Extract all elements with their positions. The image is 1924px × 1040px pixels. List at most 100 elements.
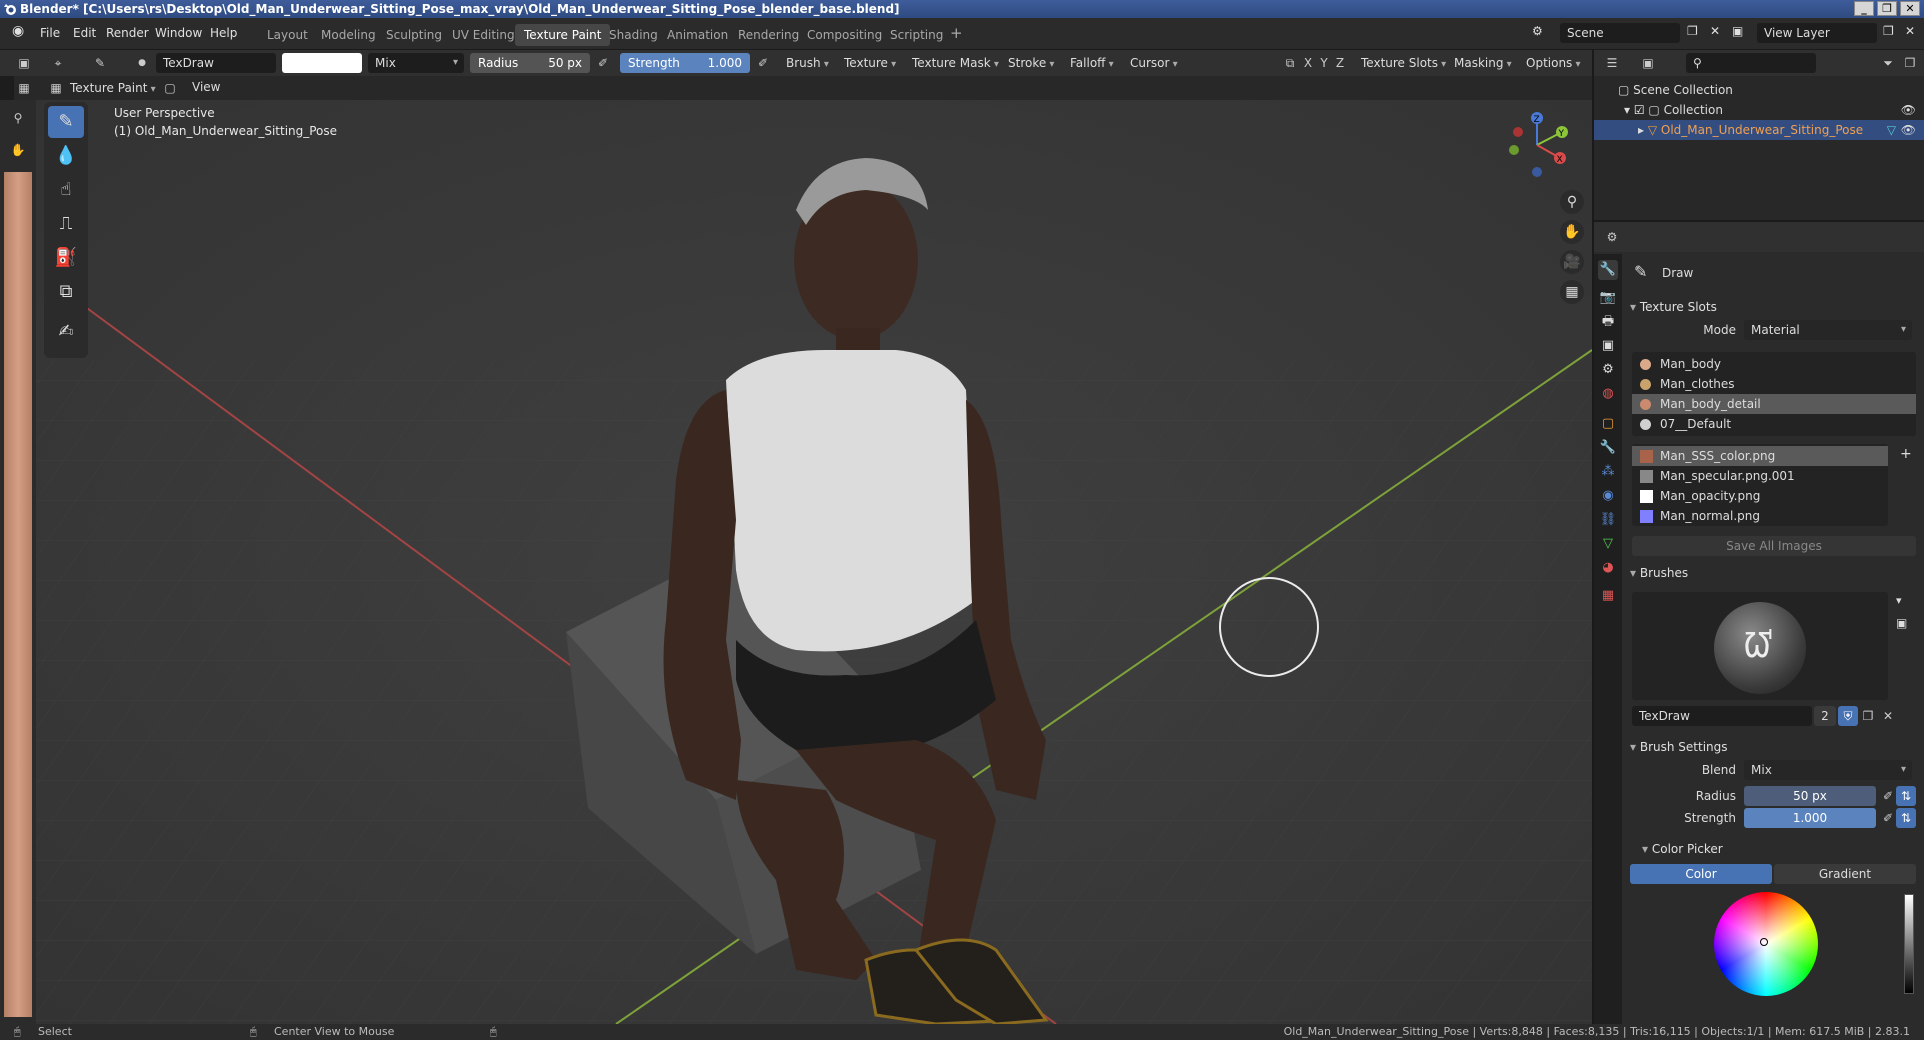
new-view-layer-icon[interactable]: ❐ <box>1883 24 1894 38</box>
3d-viewport[interactable]: User Perspective (1) Old_Man_Underwear_S… <box>36 100 1592 1024</box>
soften-tool-icon[interactable]: 💧 <box>48 140 84 172</box>
brush-browse-icon[interactable]: ▣ <box>1896 616 1907 630</box>
ortho-toggle-icon[interactable]: ▦ <box>1560 280 1584 304</box>
color-tab[interactable]: Color <box>1630 864 1772 884</box>
outliner-object[interactable]: ▸ ▽ Old_Man_Underwear_Sitting_Pose ▽ 👁 <box>1594 120 1924 140</box>
output-tab-icon[interactable]: 🖶 <box>1598 312 1618 332</box>
brush-menu-chevron-icon[interactable]: ▾ <box>1896 594 1902 607</box>
tool-tab-icon[interactable]: 🔧 <box>1598 260 1618 280</box>
menu-edit[interactable]: Edit <box>73 26 96 40</box>
stroke-menu[interactable]: Stroke <box>1002 53 1061 73</box>
image-slot-item[interactable]: Man_specular.png.001 <box>1632 466 1888 486</box>
camera-view-icon[interactable]: 🎥 <box>1560 250 1584 274</box>
pan-view-icon[interactable]: ✋ <box>1560 220 1584 244</box>
color-wheel[interactable] <box>1714 892 1818 996</box>
display-mode-icon[interactable]: ▣ <box>1638 53 1658 73</box>
brush-menu[interactable]: Brush <box>780 53 835 73</box>
view-layer-field[interactable]: View Layer <box>1757 23 1877 43</box>
strength-unit-icon[interactable]: ⇅ <box>1896 808 1916 828</box>
view-toggle-icon[interactable]: ▢ <box>160 78 180 98</box>
menu-render[interactable]: Render <box>106 26 149 40</box>
unlink-brush-icon[interactable]: ✕ <box>1878 706 1898 726</box>
fake-user-shield-icon[interactable]: ⛨ <box>1838 706 1858 726</box>
save-all-images-button[interactable]: Save All Images <box>1632 536 1916 556</box>
material-tab-icon[interactable]: ◕ <box>1598 558 1618 578</box>
tab-uv-editing[interactable]: UV Editing <box>443 24 524 46</box>
brush-icon[interactable]: ✎ <box>90 53 110 73</box>
eye-icon[interactable]: 👁 <box>1901 120 1916 140</box>
new-collection-icon[interactable]: ❐ <box>1900 53 1920 73</box>
material-slot-item-selected[interactable]: Man_body_detail <box>1632 394 1916 414</box>
strength-pressure-icon[interactable]: ✐ <box>753 53 773 73</box>
brush-name-field[interactable]: TexDraw <box>156 53 276 73</box>
filter-icon[interactable]: ⏷ <box>1878 53 1898 73</box>
tab-shading[interactable]: Shading <box>600 24 667 46</box>
menu-window[interactable]: Window <box>155 26 202 40</box>
tab-layout[interactable]: Layout <box>258 24 317 46</box>
add-workspace-icon[interactable]: + <box>950 24 963 42</box>
radius-unit-icon[interactable]: ⇅ <box>1896 786 1916 806</box>
texture-slot-mode-dropdown[interactable]: Material ▾ <box>1744 320 1912 340</box>
texture-mask-menu[interactable]: Texture Mask <box>906 53 1005 73</box>
mirror-icon[interactable]: ⧉ <box>1280 53 1300 73</box>
radius-slider[interactable]: Radius 50 px <box>470 53 590 73</box>
render-tab-icon[interactable]: 📷 <box>1598 288 1618 308</box>
checkbox-icon[interactable]: ☑ <box>1634 103 1649 117</box>
material-slot-item[interactable]: Man_clothes <box>1632 374 1916 394</box>
view-layer-icon[interactable]: ▣ <box>1732 24 1743 38</box>
menu-file[interactable]: File <box>40 26 60 40</box>
radius-pressure-icon[interactable]: ✐ <box>1878 786 1898 806</box>
cursor-menu[interactable]: Cursor <box>1124 53 1184 73</box>
tab-rendering[interactable]: Rendering <box>729 24 808 46</box>
hand-pan-icon[interactable]: ✋ <box>8 140 28 160</box>
outliner-editor-icon[interactable]: ☰ <box>1602 53 1622 73</box>
smear-tool-icon[interactable]: ☝ <box>48 174 84 206</box>
gradient-tab[interactable]: Gradient <box>1774 864 1916 884</box>
texture-tab-icon[interactable]: ▦ <box>1598 586 1618 606</box>
object-tab-icon[interactable]: ▢ <box>1598 414 1618 434</box>
mask-tool-icon[interactable]: ⧉ <box>48 276 84 308</box>
brush-preview-area[interactable]: ᘺ <box>1632 592 1888 700</box>
texture-slots-menu[interactable]: Texture Slots <box>1355 53 1453 73</box>
outliner-scene-collection[interactable]: ▢ Scene Collection <box>1594 80 1924 100</box>
particles-tab-icon[interactable]: ⁂ <box>1598 462 1618 482</box>
value-slider[interactable] <box>1904 894 1914 994</box>
fill-tool-icon[interactable]: ⛽ <box>48 242 84 274</box>
tab-compositing[interactable]: Compositing <box>798 24 891 46</box>
duplicate-brush-icon[interactable]: ❐ <box>1858 706 1878 726</box>
zoom-view-icon[interactable]: ⚲ <box>1560 190 1584 214</box>
world-tab-icon[interactable]: ◍ <box>1598 384 1618 404</box>
tool-icon[interactable]: ⌖ <box>48 53 68 73</box>
remove-scene-icon[interactable]: ✕ <box>1710 24 1720 38</box>
uv-editor-icon[interactable]: ▦ <box>14 78 34 98</box>
brush-name-input[interactable]: TexDraw <box>1632 706 1812 726</box>
texture-slots-panel-header[interactable]: Texture Slots <box>1630 296 1920 318</box>
brushes-panel-header[interactable]: Brushes <box>1630 562 1920 584</box>
brush-radius-slider[interactable]: 50 px <box>1744 786 1876 806</box>
remove-view-layer-icon[interactable]: ✕ <box>1905 24 1915 38</box>
color-picker-panel-header[interactable]: Color Picker <box>1642 838 1924 860</box>
clone-tool-icon[interactable]: ⎍ <box>48 208 84 240</box>
strength-pressure-icon[interactable]: ✐ <box>1878 808 1898 828</box>
options-menu[interactable]: Options <box>1520 53 1587 73</box>
expand-icon[interactable]: ▾ <box>1624 103 1634 117</box>
annotate-tool-icon[interactable]: ✍ <box>48 316 84 348</box>
scene-name-field[interactable]: Scene <box>1560 23 1680 43</box>
tab-texture-paint[interactable]: Texture Paint <box>515 24 611 46</box>
brush-color-swatch[interactable] <box>282 53 362 73</box>
outliner-collection[interactable]: ▾ ☑ ▢ Collection 👁 <box>1594 100 1924 120</box>
scene-tab-icon[interactable]: ⚙ <box>1598 360 1618 380</box>
menu-help[interactable]: Help <box>210 26 237 40</box>
tab-animation[interactable]: Animation <box>658 24 737 46</box>
tab-scripting[interactable]: Scripting <box>881 24 952 46</box>
constraints-tab-icon[interactable]: ⛓ <box>1598 510 1618 530</box>
data-tab-icon[interactable]: ▽ <box>1598 534 1618 554</box>
new-scene-icon[interactable]: ❐ <box>1687 24 1698 38</box>
mode-selector[interactable]: Texture Paint <box>64 78 162 98</box>
expand-icon[interactable]: ▸ <box>1638 123 1648 137</box>
brush-settings-panel-header[interactable]: Brush Settings <box>1630 736 1920 758</box>
blender-menu-icon[interactable]: ◉ <box>12 23 24 39</box>
brush-blend-dropdown[interactable]: Mix ▾ <box>1744 760 1912 780</box>
zoom-region-icon[interactable]: ⚲ <box>8 108 28 128</box>
mirror-z-toggle[interactable]: Z <box>1330 53 1350 73</box>
